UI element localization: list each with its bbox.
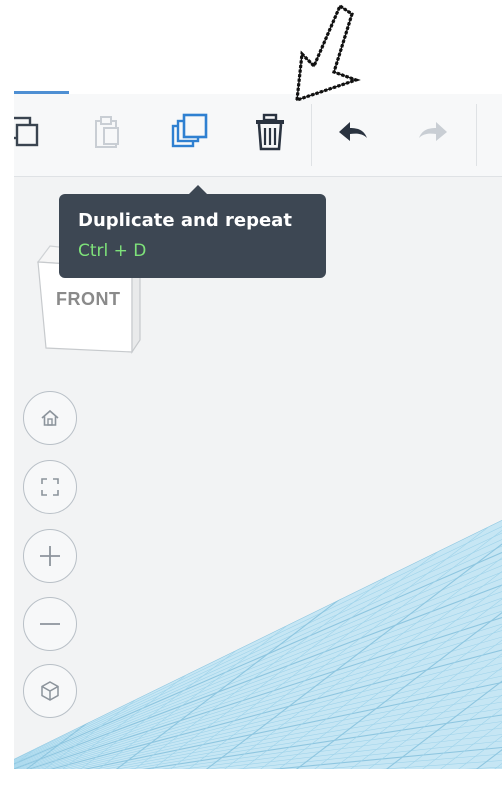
tooltip-title: Duplicate and repeat (78, 210, 292, 231)
redo-button[interactable] (410, 110, 454, 154)
fit-all-button[interactable] (23, 460, 77, 514)
toolbar-divider (311, 104, 312, 166)
plus-icon (40, 546, 60, 566)
tooltip-arrow (189, 185, 207, 194)
zoom-in-button[interactable] (23, 529, 77, 583)
undo-button[interactable] (332, 110, 376, 154)
duplicate-and-repeat-button[interactable] (169, 110, 213, 154)
toolbar (14, 94, 502, 177)
copy-button[interactable] (14, 110, 46, 154)
workplane-editor: FRONT Duplicate and repeat Ctrl + D (14, 94, 502, 769)
zoom-out-button[interactable] (23, 597, 77, 651)
minus-icon (40, 623, 60, 625)
undo-arrow-icon (339, 122, 367, 141)
duplicate-icon (171, 113, 208, 148)
copy-icon (14, 116, 39, 147)
view-cube-front-label: FRONT (56, 289, 121, 309)
tooltip-shortcut: Ctrl + D (78, 241, 147, 261)
toolbar-divider (476, 104, 477, 166)
home-view-button[interactable] (23, 391, 77, 445)
fit-view-icon (41, 478, 59, 496)
redo-arrow-icon (419, 122, 447, 141)
paste-icon (95, 116, 119, 148)
home-icon (41, 409, 59, 426)
screenshot-stage: FRONT Duplicate and repeat Ctrl + D (0, 0, 502, 795)
trash-icon (256, 113, 284, 151)
cube-icon (41, 681, 59, 701)
delete-button[interactable] (248, 110, 292, 154)
tooltip: Duplicate and repeat Ctrl + D (59, 185, 326, 278)
orthographic-view-button[interactable] (23, 664, 77, 718)
mouse-pointer-icon (295, 3, 361, 103)
paste-button[interactable] (86, 110, 130, 154)
